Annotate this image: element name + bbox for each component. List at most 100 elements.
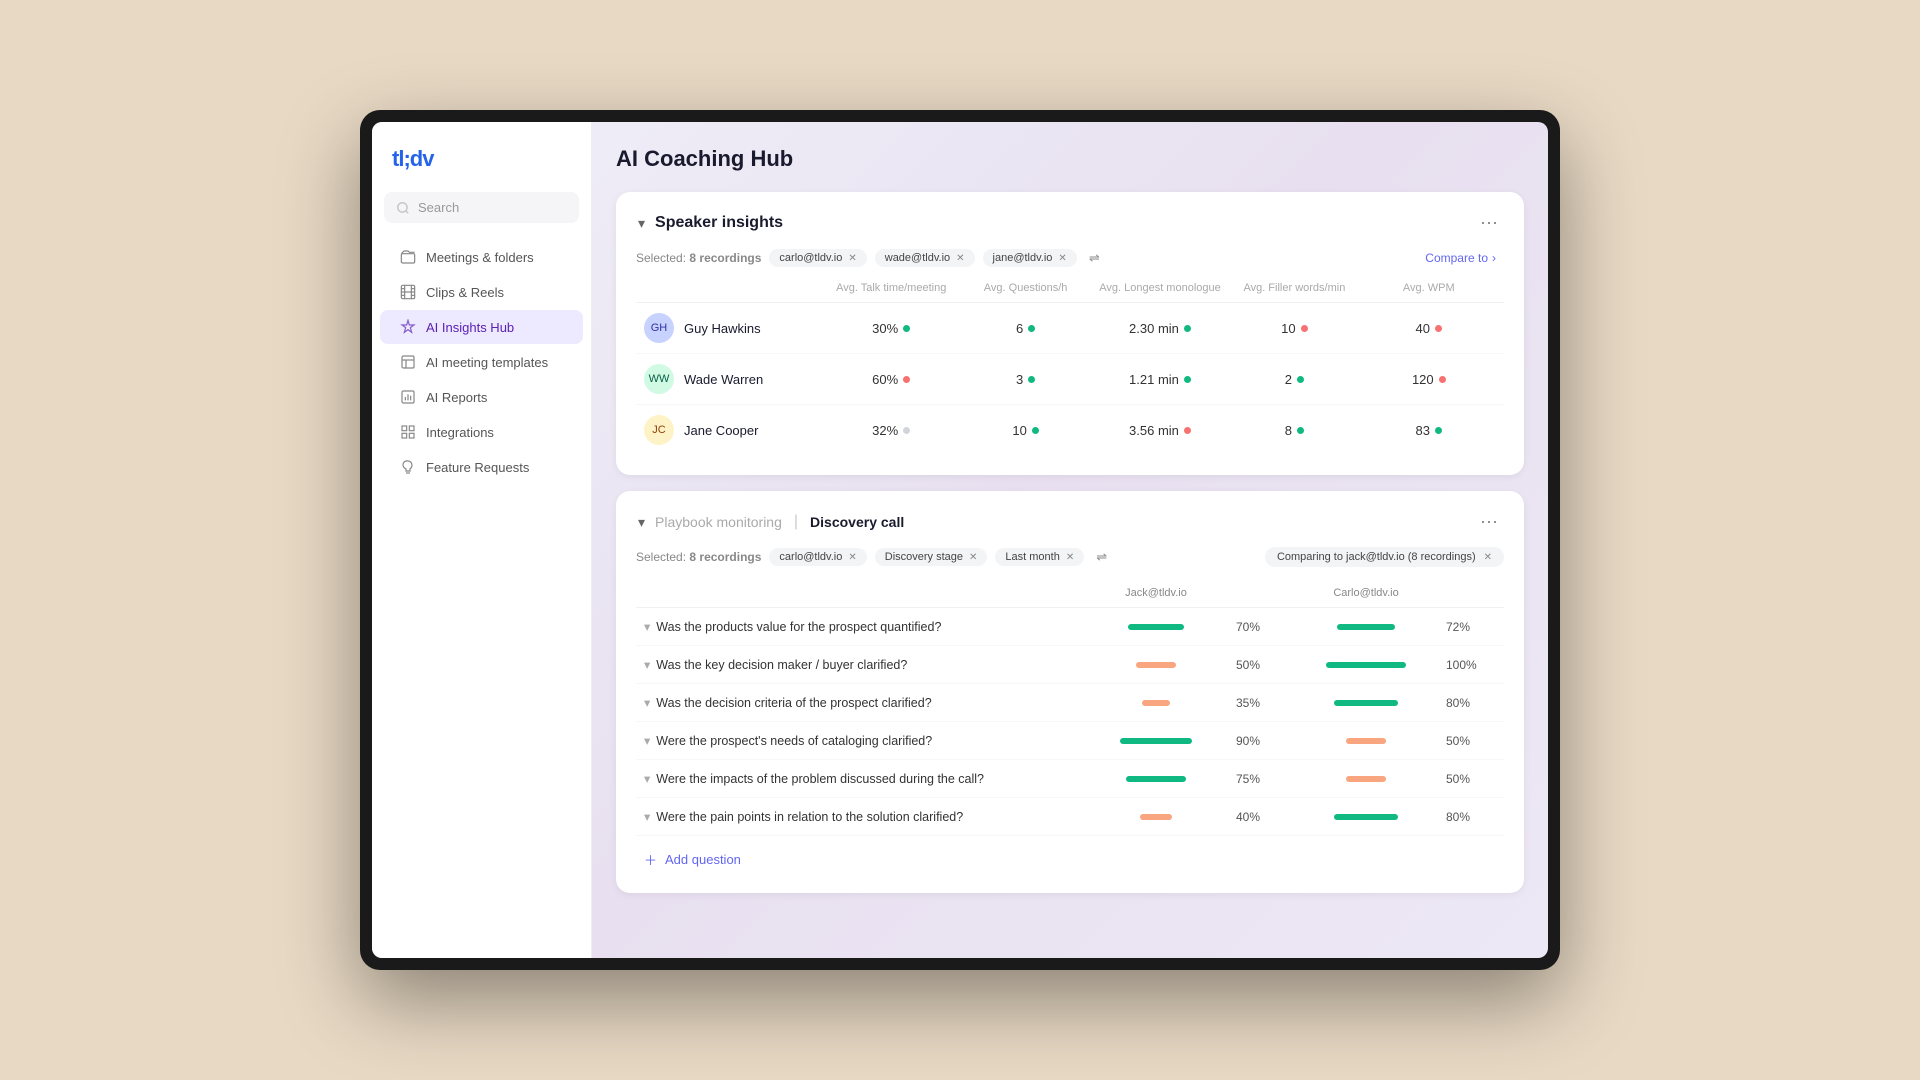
col-talk-time: Avg. Talk time/meeting (824, 282, 958, 294)
playbook-carlo-progress-5 (1334, 814, 1398, 820)
metric-wpm-1: 120 (1362, 372, 1496, 387)
dot-wpm-1 (1439, 376, 1446, 383)
table-header: Avg. Talk time/meeting Avg. Questions/h … (636, 282, 1504, 303)
playbook-more-btn[interactable]: ⋯ (1474, 511, 1504, 533)
sidebar-item-feature-requests[interactable]: Feature Requests (380, 450, 583, 484)
speaker-info-0: GH Guy Hawkins (644, 313, 824, 343)
playbook-q-chevron-0[interactable]: ▾ (644, 619, 650, 634)
add-question-row[interactable]: ＋ Add question (636, 836, 1504, 873)
speaker-selected-label: Selected: 8 recordings (636, 251, 761, 265)
tag-wade-close[interactable]: ✕ (956, 253, 964, 264)
tag-wade[interactable]: wade@tldv.io ✕ (875, 249, 975, 267)
device-screen: tl;dv Search Meetings & folders (372, 122, 1548, 958)
sidebar-item-clips[interactable]: Clips & Reels (380, 275, 583, 309)
playbook-jack-pct-1: 50% (1236, 658, 1286, 672)
tag-carlo-close[interactable]: ✕ (848, 253, 856, 264)
lightbulb-icon (400, 459, 416, 475)
playbook-q-text-2: ▾ Was the decision criteria of the prosp… (644, 695, 1076, 710)
speaker-insights-title: Speaker insights (655, 214, 783, 232)
playbook-jack-progress-2 (1142, 700, 1170, 706)
metric-mono-2: 3.56 min (1093, 423, 1227, 438)
playbook-jack-pct-0: 70% (1236, 620, 1286, 634)
compare-to-btn[interactable]: Compare to › (1417, 248, 1504, 268)
metric-q-1: 3 (958, 372, 1092, 387)
playbook-jack-progress-4 (1126, 776, 1186, 782)
metric-q-0: 6 (958, 321, 1092, 336)
sidebar-item-meetings[interactable]: Meetings & folders (380, 240, 583, 274)
playbook-carlo-bar-1 (1286, 662, 1446, 668)
search-placeholder: Search (418, 200, 459, 215)
compare-badge-close[interactable]: ✕ (1484, 552, 1492, 563)
dot-mono-0 (1184, 325, 1191, 332)
playbook-separator: | (794, 513, 798, 531)
dot-talk-1 (903, 376, 910, 383)
main-content: AI Coaching Hub ▾ Speaker insights ⋯ Sel… (592, 122, 1548, 958)
sidebar-label-ai-insights: AI Insights Hub (426, 320, 514, 335)
playbook-carlo-bar-2 (1286, 700, 1446, 706)
tag-jane-label: jane@tldv.io (993, 252, 1053, 264)
tag-playbook-carlo-close[interactable]: ✕ (848, 552, 856, 563)
playbook-col-headers: Jack@tldv.io Carlo@tldv.io (636, 581, 1504, 608)
playbook-carlo-progress-4 (1346, 776, 1386, 782)
sidebar-item-ai-reports[interactable]: AI Reports (380, 380, 583, 414)
playbook-row-1: ▾ Was the key decision maker / buyer cla… (636, 646, 1504, 684)
playbook-carlo-progress-3 (1346, 738, 1386, 744)
playbook-q-text-0: ▾ Was the products value for the prospec… (644, 619, 1076, 634)
sidebar: tl;dv Search Meetings & folders (372, 122, 592, 958)
sidebar-item-integrations[interactable]: Integrations (380, 415, 583, 449)
sidebar-label-feature-requests: Feature Requests (426, 460, 529, 475)
speaker-row-1: WW Wade Warren 60% 3 1.21 min (636, 354, 1504, 405)
playbook-q-chevron-1[interactable]: ▾ (644, 657, 650, 672)
playbook-jack-pct-2: 35% (1236, 696, 1286, 710)
col-filler: Avg. Filler words/min (1227, 282, 1361, 294)
playbook-row-4: ▾ Were the impacts of the problem discus… (636, 760, 1504, 798)
compare-badge: Comparing to jack@tldv.io (8 recordings)… (1265, 547, 1504, 567)
speaker-insights-more-btn[interactable]: ⋯ (1474, 212, 1504, 234)
compare-badge-label: Comparing to jack@tldv.io (8 recordings) (1277, 551, 1476, 563)
metric-mono-0: 2.30 min (1093, 321, 1227, 336)
search-box[interactable]: Search (384, 192, 579, 223)
playbook-jack-bar-5 (1076, 814, 1236, 820)
playbook-carlo-pct-0: 72% (1446, 620, 1496, 634)
playbook-carlo-pct-2: 80% (1446, 696, 1496, 710)
tag-jane-close[interactable]: ✕ (1058, 253, 1066, 264)
metric-mono-1: 1.21 min (1093, 372, 1227, 387)
playbook-row-3: ▾ Were the prospect's needs of catalogin… (636, 722, 1504, 760)
tag-carlo[interactable]: carlo@tldv.io ✕ (769, 249, 866, 267)
filter-icon[interactable]: ⇌ (1085, 248, 1104, 268)
playbook-card: ▾ Playbook monitoring | Discovery call ⋯… (616, 491, 1524, 893)
tag-playbook-discovery-close[interactable]: ✕ (969, 552, 977, 563)
logo: tl;dv (372, 146, 591, 192)
playbook-col-carlo-pct (1446, 587, 1496, 599)
playbook-carlo-pct-4: 50% (1446, 772, 1496, 786)
dot-mono-1 (1184, 376, 1191, 383)
speaker-insights-collapse-btn[interactable]: ▾ (636, 213, 647, 234)
avatar-2: JC (644, 415, 674, 445)
playbook-carlo-bar-5 (1286, 814, 1446, 820)
tag-playbook-lastmonth-close[interactable]: ✕ (1066, 552, 1074, 563)
playbook-q-chevron-2[interactable]: ▾ (644, 695, 650, 710)
playbook-q-chevron-3[interactable]: ▾ (644, 733, 650, 748)
speaker-row-2: JC Jane Cooper 32% 10 3.56 min (636, 405, 1504, 455)
tag-playbook-carlo[interactable]: carlo@tldv.io ✕ (769, 548, 866, 566)
speaker-info-1: WW Wade Warren (644, 364, 824, 394)
sidebar-item-ai-templates[interactable]: AI meeting templates (380, 345, 583, 379)
playbook-carlo-bar-0 (1286, 624, 1446, 630)
playbook-filter-icon[interactable]: ⇌ (1092, 547, 1111, 567)
playbook-title-row: ▾ Playbook monitoring | Discovery call (636, 512, 904, 533)
tag-jane[interactable]: jane@tldv.io ✕ (983, 249, 1077, 267)
playbook-collapse-btn[interactable]: ▾ (636, 512, 647, 533)
speaker-name-1: Wade Warren (684, 372, 763, 387)
playbook-q-chevron-4[interactable]: ▾ (644, 771, 650, 786)
playbook-q-chevron-5[interactable]: ▾ (644, 809, 650, 824)
sidebar-label-meetings: Meetings & folders (426, 250, 534, 265)
add-question-label: Add question (665, 852, 741, 867)
tag-playbook-lastmonth[interactable]: Last month ✕ (995, 548, 1084, 566)
metric-talk-2: 32% (824, 423, 958, 438)
sidebar-item-ai-insights[interactable]: AI Insights Hub (380, 310, 583, 344)
playbook-carlo-bar-4 (1286, 776, 1446, 782)
playbook-q-text-5: ▾ Were the pain points in relation to th… (644, 809, 1076, 824)
playbook-jack-bar-3 (1076, 738, 1236, 744)
playbook-carlo-pct-3: 50% (1446, 734, 1496, 748)
tag-playbook-discovery[interactable]: Discovery stage ✕ (875, 548, 988, 566)
